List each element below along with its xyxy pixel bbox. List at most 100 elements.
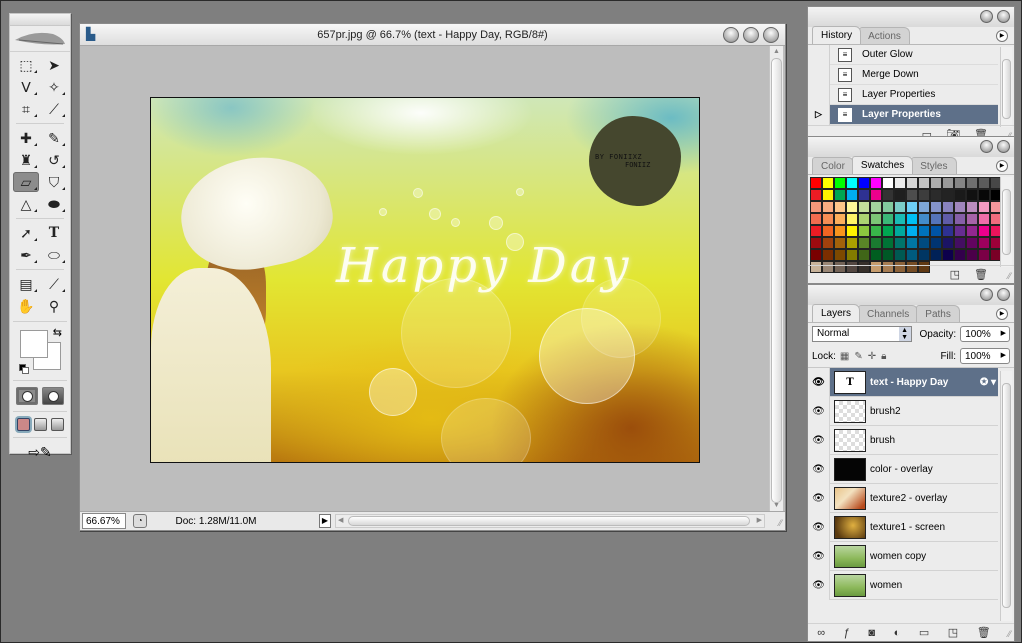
history-snapshot-box[interactable] — [808, 44, 830, 65]
color-swatch[interactable] — [894, 189, 906, 201]
color-swatch[interactable] — [834, 249, 846, 261]
color-swatch[interactable] — [870, 189, 882, 201]
color-swatch[interactable] — [930, 237, 942, 249]
layer-visibility-toggle[interactable]: 👁︎ — [808, 396, 830, 426]
scroll-right-arrow[interactable]: ▶ — [757, 516, 762, 524]
color-swatch[interactable] — [930, 189, 942, 201]
color-swatch[interactable] — [822, 249, 834, 261]
close-button[interactable] — [763, 27, 779, 43]
color-swatch[interactable] — [870, 237, 882, 249]
resize-grip-icon[interactable]: ⁄⁄ — [779, 518, 782, 528]
color-swatch[interactable] — [954, 189, 966, 201]
color-swatch[interactable] — [906, 249, 918, 261]
layer-visibility-toggle[interactable]: 👁︎ — [808, 483, 830, 513]
color-swatch[interactable] — [966, 249, 978, 261]
history-item[interactable]: ≡ Merge Down — [808, 64, 998, 85]
color-swatch[interactable] — [810, 225, 822, 237]
layer-style-icon[interactable]: ƒ — [844, 627, 850, 639]
color-swatch[interactable] — [858, 225, 870, 237]
tab-color[interactable]: Color — [812, 157, 854, 174]
color-swatch[interactable] — [930, 213, 942, 225]
layer-visibility-toggle[interactable]: 👁︎ — [808, 541, 830, 571]
link-layers-icon[interactable]: ∞ — [817, 627, 825, 639]
history-scroll-thumb[interactable] — [1002, 59, 1011, 119]
new-group-icon[interactable]: ▭ — [919, 626, 929, 639]
default-colors-icon[interactable] — [19, 364, 29, 374]
status-preview-icon[interactable]: ◔ — [133, 514, 147, 528]
layer-visibility-toggle[interactable]: 👁︎ — [808, 367, 830, 397]
full-screen-mode-button[interactable] — [50, 418, 64, 431]
color-swatch[interactable] — [822, 213, 834, 225]
history-panel-titlebar[interactable] — [808, 7, 1014, 27]
history-scrollbar[interactable] — [1000, 47, 1012, 127]
lock-transparency-icon[interactable]: ▦ — [840, 351, 849, 362]
color-swatch[interactable] — [918, 201, 930, 213]
color-swatch[interactable] — [834, 189, 846, 201]
scroll-down-arrow[interactable]: ▼ — [773, 502, 780, 509]
color-swatch[interactable] — [870, 201, 882, 213]
delete-swatch-icon[interactable]: 🗑︎ — [974, 268, 988, 281]
color-swatch[interactable] — [966, 189, 978, 201]
history-item[interactable]: ≡ Layer Properties — [808, 84, 998, 105]
color-swatch[interactable] — [858, 249, 870, 261]
color-swatch[interactable] — [870, 177, 882, 189]
panel-resize-grip[interactable]: ⁄⁄ — [1008, 271, 1011, 281]
history-snapshot-box[interactable] — [808, 84, 830, 105]
color-swatch[interactable] — [966, 201, 978, 213]
minimize-button[interactable] — [723, 27, 739, 43]
horizontal-scrollbar[interactable]: ◀ ▶ — [335, 514, 765, 528]
tab-paths[interactable]: Paths — [916, 305, 960, 322]
color-swatch[interactable] — [894, 201, 906, 213]
color-swatch[interactable] — [810, 189, 822, 201]
color-swatch[interactable] — [882, 213, 894, 225]
color-swatch[interactable] — [942, 249, 954, 261]
layers-scroll-thumb[interactable] — [1002, 383, 1011, 608]
panel-close-button[interactable] — [997, 288, 1010, 301]
tool-brush[interactable]: ✎ — [41, 128, 67, 148]
color-swatch[interactable] — [894, 177, 906, 189]
color-swatch[interactable] — [810, 249, 822, 261]
color-swatch[interactable] — [978, 177, 990, 189]
color-swatch[interactable] — [918, 249, 930, 261]
panel-minimize-button[interactable] — [980, 10, 993, 23]
color-swatch[interactable] — [978, 237, 990, 249]
panel-minimize-button[interactable] — [980, 140, 993, 153]
canvas-area[interactable]: BY FONIIXZ FONIIZ Happy Day — [80, 46, 770, 511]
layer-visibility-toggle[interactable]: 👁︎ — [808, 570, 830, 600]
color-swatch[interactable] — [906, 237, 918, 249]
tool-dodge[interactable]: ⬬ — [41, 194, 67, 214]
color-swatch[interactable] — [846, 213, 858, 225]
layer-row[interactable]: 👁︎ color - overlay — [808, 454, 998, 484]
layer-row[interactable]: 👁︎ texture2 - overlay — [808, 483, 998, 513]
layer-visibility-toggle[interactable]: 👁︎ — [808, 425, 830, 455]
panel-resize-grip[interactable]: ⁄⁄ — [1008, 629, 1011, 639]
color-swatch[interactable] — [846, 189, 858, 201]
color-swatch[interactable] — [954, 225, 966, 237]
color-swatch[interactable] — [810, 237, 822, 249]
color-swatch[interactable] — [882, 177, 894, 189]
color-swatch[interactable] — [918, 213, 930, 225]
scroll-left-arrow[interactable]: ◀ — [338, 516, 343, 524]
layer-visibility-toggle[interactable]: 👁︎ — [808, 512, 830, 542]
tool-slice[interactable]: ⟋ — [41, 99, 67, 119]
layers-panel-titlebar[interactable] — [808, 285, 1014, 305]
color-swatch[interactable] — [978, 201, 990, 213]
color-swatch[interactable] — [858, 237, 870, 249]
color-swatch[interactable] — [978, 225, 990, 237]
color-swatch[interactable] — [894, 237, 906, 249]
history-item[interactable]: ▷ ≡ Layer Properties — [808, 104, 998, 125]
color-swatch[interactable] — [978, 249, 990, 261]
swatches-scroll-thumb[interactable] — [1002, 189, 1011, 255]
horizontal-scroll-thumb[interactable] — [348, 516, 750, 526]
color-swatch[interactable] — [870, 225, 882, 237]
history-item[interactable]: ≡ Outer Glow — [808, 44, 998, 65]
color-swatch[interactable] — [978, 189, 990, 201]
standard-screen-mode-button[interactable] — [16, 418, 30, 431]
color-swatch[interactable] — [906, 225, 918, 237]
color-swatch[interactable] — [834, 213, 846, 225]
quick-mask-button[interactable] — [42, 387, 64, 405]
add-mask-icon[interactable]: ◙ — [868, 627, 875, 639]
swatches-panel-menu-button[interactable]: ▶ — [996, 160, 1008, 172]
lock-position-icon[interactable]: ✛ — [868, 351, 876, 362]
color-swatch[interactable] — [822, 201, 834, 213]
